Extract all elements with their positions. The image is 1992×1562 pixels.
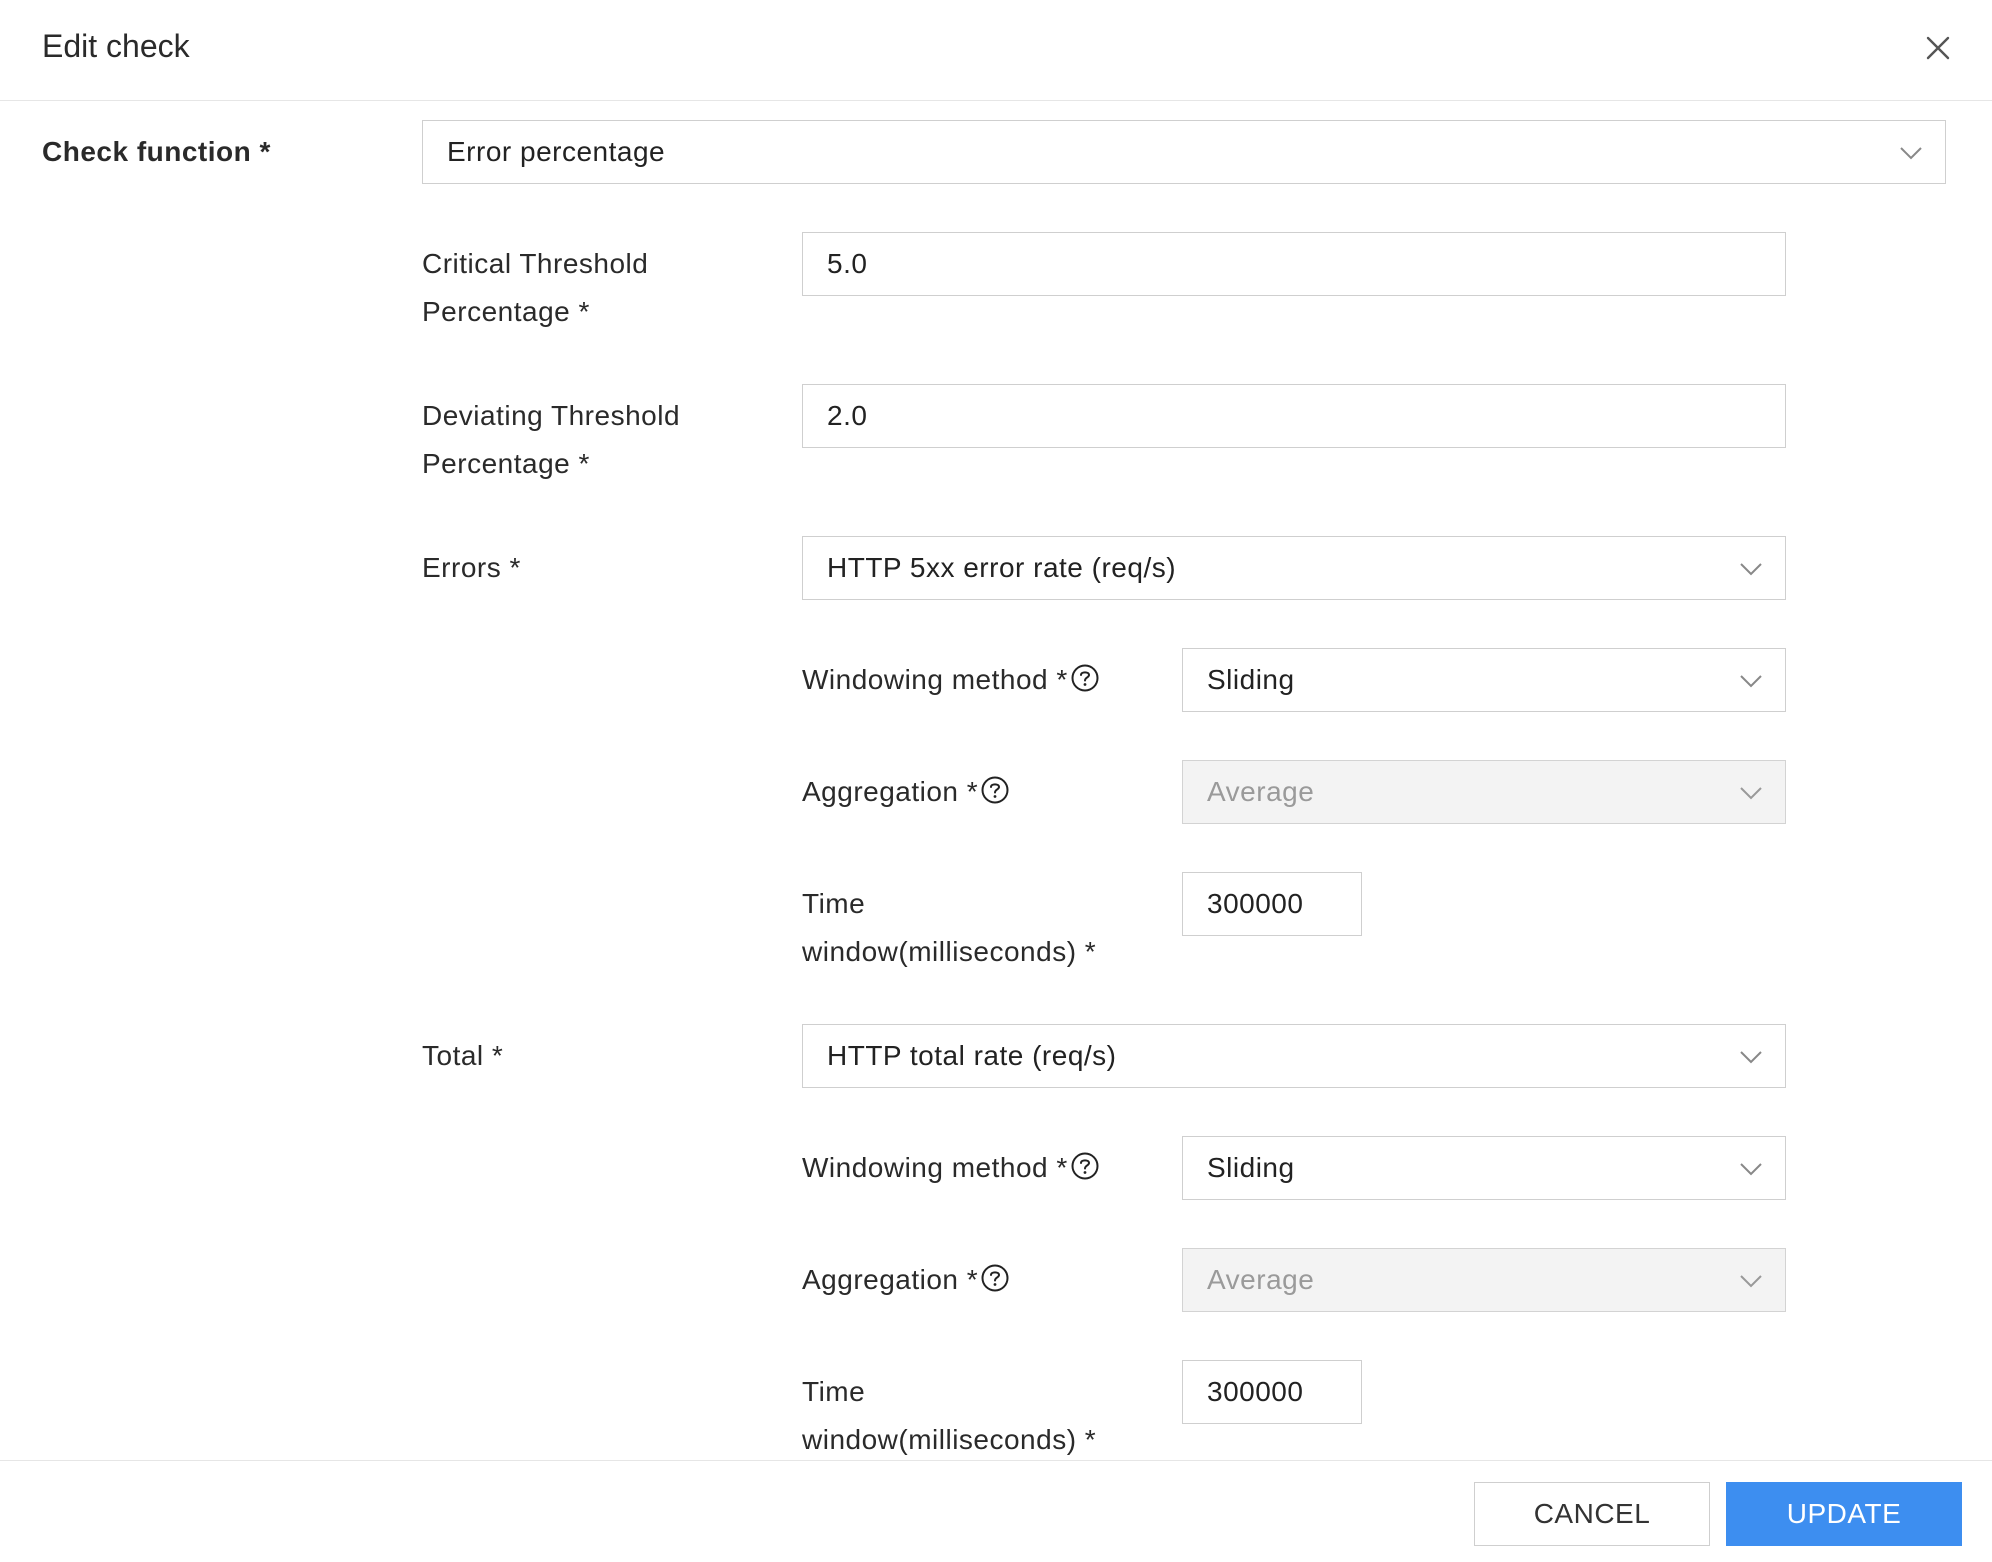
- total-windowing-value: Sliding: [1207, 1152, 1295, 1183]
- deviating-threshold-label-line2: Percentage *: [422, 448, 590, 479]
- chevron-down-icon: [1739, 1271, 1763, 1291]
- total-aggregation-select: Average: [1182, 1248, 1786, 1312]
- deviating-threshold-input[interactable]: 2.0: [802, 384, 1786, 448]
- errors-windowing-value: Sliding: [1207, 664, 1295, 695]
- critical-threshold-input[interactable]: 5.0: [802, 232, 1786, 296]
- errors-label: Errors *: [422, 552, 521, 583]
- errors-windowing-label: Windowing method *: [802, 656, 1100, 704]
- chevron-down-icon: [1739, 1047, 1763, 1067]
- errors-time-window-label-line2: window(milliseconds) *: [802, 936, 1097, 967]
- total-aggregation-label-text: Aggregation *: [802, 1264, 979, 1295]
- errors-aggregation-label-text: Aggregation *: [802, 776, 979, 807]
- total-windowing-select[interactable]: Sliding: [1182, 1136, 1786, 1200]
- check-function-label: Check function *: [42, 136, 271, 167]
- total-select[interactable]: HTTP total rate (req/s): [802, 1024, 1786, 1088]
- critical-threshold-label-line1: Critical Threshold: [422, 248, 649, 279]
- errors-select[interactable]: HTTP 5xx error rate (req/s): [802, 536, 1786, 600]
- total-time-window-label-line2: window(milliseconds) *: [802, 1424, 1097, 1455]
- total-time-window-label-line1: Time: [802, 1376, 866, 1407]
- chevron-down-icon: [1739, 559, 1763, 579]
- update-button[interactable]: UPDATE: [1726, 1482, 1962, 1546]
- deviating-threshold-value: 2.0: [827, 400, 868, 431]
- cancel-button[interactable]: CANCEL: [1474, 1482, 1710, 1546]
- help-icon[interactable]: [980, 775, 1010, 805]
- total-label: Total *: [422, 1040, 504, 1071]
- chevron-down-icon: [1739, 1159, 1763, 1179]
- chevron-down-icon: [1739, 671, 1763, 691]
- errors-time-window-value: 300000: [1207, 888, 1304, 919]
- dialog-header: Edit check: [0, 0, 1992, 101]
- critical-threshold-value: 5.0: [827, 248, 868, 279]
- edit-check-dialog: Edit check Check function * Error percen…: [0, 0, 1992, 1562]
- dialog-footer: CANCEL UPDATE: [0, 1460, 1992, 1562]
- total-windowing-label-text: Windowing method *: [802, 1152, 1068, 1183]
- help-icon[interactable]: [1070, 1151, 1100, 1181]
- total-time-window-input[interactable]: 300000: [1182, 1360, 1362, 1424]
- total-value: HTTP total rate (req/s): [827, 1040, 1117, 1071]
- close-icon[interactable]: [1918, 28, 1958, 68]
- errors-windowing-label-text: Windowing method *: [802, 664, 1068, 695]
- help-icon[interactable]: [980, 1263, 1010, 1293]
- dialog-title: Edit check: [42, 28, 190, 64]
- deviating-threshold-label-line1: Deviating Threshold: [422, 400, 681, 431]
- errors-aggregation-label: Aggregation *: [802, 768, 1010, 816]
- errors-aggregation-value: Average: [1207, 776, 1315, 807]
- errors-aggregation-select: Average: [1182, 760, 1786, 824]
- dialog-body: Check function * Error percentage Critic…: [0, 101, 1992, 1461]
- help-icon[interactable]: [1070, 663, 1100, 693]
- chevron-down-icon: [1899, 143, 1923, 163]
- check-function-value: Error percentage: [447, 136, 666, 167]
- total-time-window-value: 300000: [1207, 1376, 1304, 1407]
- total-aggregation-label: Aggregation *: [802, 1256, 1010, 1304]
- errors-windowing-select[interactable]: Sliding: [1182, 648, 1786, 712]
- critical-threshold-label-line2: Percentage *: [422, 296, 590, 327]
- total-aggregation-value: Average: [1207, 1264, 1315, 1295]
- total-windowing-label: Windowing method *: [802, 1144, 1100, 1192]
- errors-time-window-input[interactable]: 300000: [1182, 872, 1362, 936]
- errors-value: HTTP 5xx error rate (req/s): [827, 552, 1177, 583]
- chevron-down-icon: [1739, 783, 1763, 803]
- errors-time-window-label-line1: Time: [802, 888, 866, 919]
- check-function-select[interactable]: Error percentage: [422, 120, 1946, 184]
